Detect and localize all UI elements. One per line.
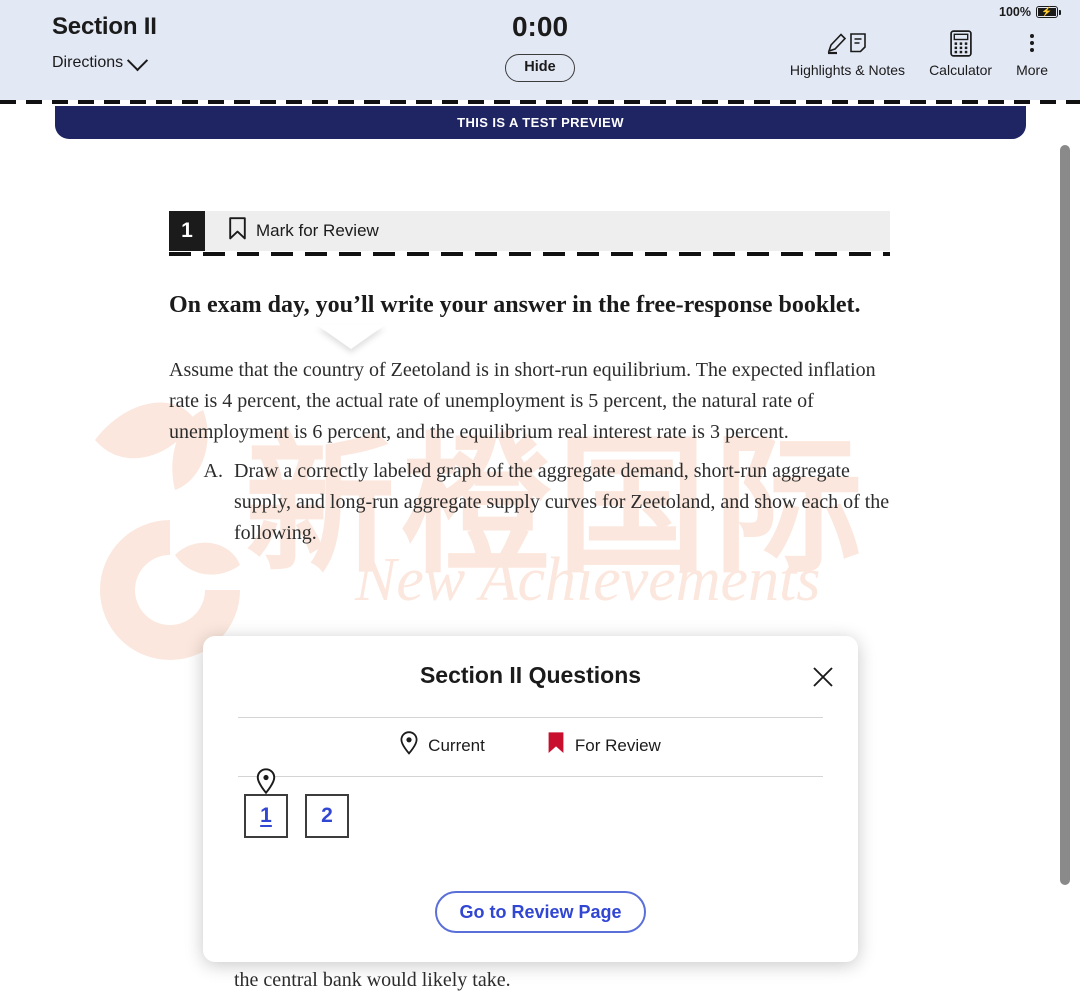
question-body: On exam day, you’ll write your answer in… bbox=[169, 290, 891, 551]
question-header-bar: 1 Mark for Review bbox=[169, 211, 890, 251]
legend-for-review: For Review bbox=[547, 731, 661, 760]
more-button[interactable]: More bbox=[1004, 28, 1060, 78]
page-title: Section II bbox=[52, 13, 157, 40]
popover-legend: Current For Review bbox=[203, 731, 858, 760]
go-to-review-page-button[interactable]: Go to Review Page bbox=[435, 891, 646, 933]
directions-label: Directions bbox=[52, 54, 124, 71]
header-left-group: Section II Directions bbox=[52, 12, 157, 72]
mark-for-review-button[interactable]: Mark for Review bbox=[229, 217, 379, 245]
calculator-icon bbox=[949, 28, 972, 58]
obscured-tail-line: the central bank would likely take. bbox=[234, 969, 511, 991]
popover-divider-top bbox=[238, 717, 823, 718]
question-part: A. Draw a correctly labeled graph of the… bbox=[169, 456, 891, 549]
hide-timer-button[interactable]: Hide bbox=[505, 54, 575, 82]
legend-for-review-label: For Review bbox=[574, 735, 661, 755]
question-button-2[interactable]: 2 bbox=[305, 794, 349, 838]
section-questions-popover: Section II Questions Current For Review bbox=[203, 636, 858, 962]
bookmark-icon bbox=[229, 217, 246, 245]
question-button-1[interactable]: 1 bbox=[244, 794, 288, 838]
highlights-and-notes-label: Highlights & Notes bbox=[789, 62, 906, 78]
question-button-1-label: 1 bbox=[260, 804, 272, 827]
popover-title: Section II Questions bbox=[419, 662, 642, 688]
header-divider-dashed bbox=[0, 100, 1080, 104]
legend-current: Current bbox=[400, 731, 485, 760]
highlights-and-notes-button[interactable]: Highlights & Notes bbox=[778, 28, 917, 78]
more-vertical-icon bbox=[1030, 28, 1035, 58]
test-preview-banner: THIS IS A TEST PREVIEW bbox=[55, 106, 1026, 139]
calculator-button[interactable]: Calculator bbox=[917, 28, 1004, 78]
question-cell-2: 2 bbox=[305, 794, 349, 838]
location-pin-icon bbox=[400, 731, 418, 760]
calculator-label: Calculator bbox=[929, 62, 993, 78]
mark-for-review-label: Mark for Review bbox=[256, 221, 379, 240]
battery-charging-icon: ⚡ bbox=[1036, 6, 1061, 18]
popover-divider-bottom bbox=[238, 776, 823, 777]
question-button-2-label: 2 bbox=[321, 804, 333, 827]
content-scrollbar[interactable] bbox=[1060, 140, 1070, 992]
part-text: Draw a correctly labeled graph of the ag… bbox=[234, 460, 890, 544]
chevron-down-icon bbox=[127, 49, 149, 71]
question-number-badge: 1 bbox=[169, 211, 205, 251]
question-header-divider-dashed bbox=[169, 252, 890, 256]
legend-current-label: Current bbox=[428, 735, 485, 755]
popover-tail bbox=[317, 325, 385, 349]
stimulus-paragraph: Assume that the country of Zeetoland is … bbox=[169, 359, 876, 443]
header-tools: Highlights & Notes Calculator More bbox=[778, 28, 1060, 78]
directions-toggle[interactable]: Directions bbox=[52, 49, 149, 72]
close-icon[interactable] bbox=[810, 664, 836, 690]
question-navigation-grid: 1 2 bbox=[244, 768, 349, 838]
app-header: Section II Directions 0:00 Hide 100% ⚡ H… bbox=[0, 0, 1080, 100]
bookmark-flag-icon bbox=[547, 731, 565, 760]
highlighter-note-icon bbox=[825, 28, 869, 58]
exam-day-note: On exam day, you’ll write your answer in… bbox=[169, 292, 861, 318]
more-label: More bbox=[1016, 62, 1048, 78]
question-parts-list: A. Draw a correctly labeled graph of the… bbox=[169, 456, 891, 549]
scrollbar-thumb[interactable] bbox=[1060, 145, 1070, 885]
battery-status: 100% ⚡ bbox=[999, 5, 1061, 19]
part-letter: A. bbox=[203, 460, 223, 482]
battery-percent-label: 100% bbox=[999, 5, 1031, 19]
question-cell-1: 1 bbox=[244, 768, 288, 838]
watermark-english-text: New Achievements bbox=[355, 546, 821, 614]
location-pin-icon bbox=[256, 768, 276, 795]
